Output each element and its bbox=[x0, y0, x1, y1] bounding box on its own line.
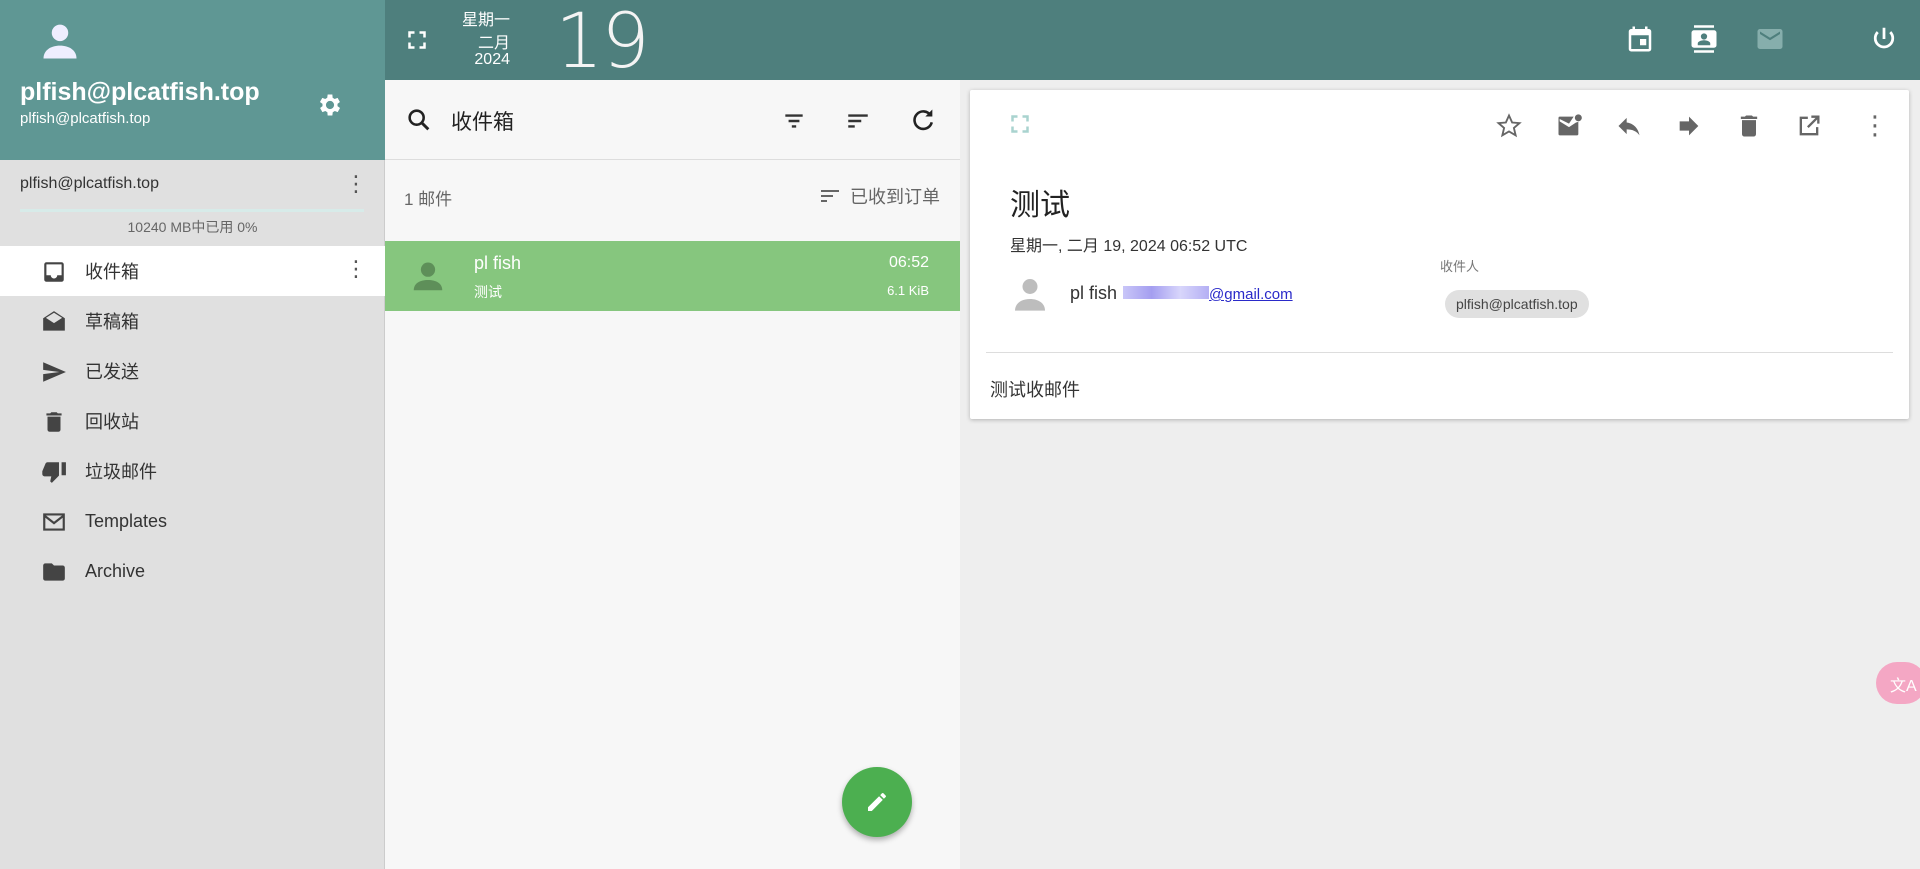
sort-icon[interactable] bbox=[845, 108, 871, 134]
more-options-icon[interactable]: ⋮ bbox=[1862, 110, 1888, 141]
mail-icon[interactable] bbox=[1755, 24, 1785, 54]
open-external-icon[interactable] bbox=[1795, 112, 1823, 140]
folder-label: 垃圾邮件 bbox=[85, 462, 157, 482]
translate-icon: 文A bbox=[1890, 678, 1917, 695]
folder-drafts[interactable]: 草稿箱 bbox=[0, 296, 385, 346]
top-bar: 星期一 二月 2024 19 bbox=[385, 0, 1920, 85]
folder-label: 已发送 bbox=[85, 362, 139, 382]
folder-spam[interactable]: 垃圾邮件 bbox=[0, 446, 385, 496]
message-list-item[interactable]: pl fish 测试 06:52 6.1 KiB bbox=[385, 241, 960, 311]
quota-text: 10240 MB中已用 0% bbox=[127, 219, 258, 235]
mail-outline-icon bbox=[41, 509, 67, 535]
redacted-block bbox=[1123, 286, 1210, 299]
recipient-label: 收件人 bbox=[1440, 259, 1480, 274]
delete-icon[interactable] bbox=[1735, 112, 1763, 140]
star-icon[interactable] bbox=[1495, 112, 1523, 140]
message-list-pane: 收件箱 1 邮件 已收到订单 pl fish 测试 06:52 6.1 KiB bbox=[385, 80, 960, 869]
recipient-chip[interactable]: plfish@plcatfish.top bbox=[1445, 290, 1589, 318]
sender-avatar-icon bbox=[1010, 274, 1050, 314]
folder-inbox[interactable]: 收件箱 ⋮ bbox=[0, 246, 385, 296]
account-name[interactable]: plfish@plcatfish.top bbox=[20, 175, 159, 193]
contacts-icon[interactable] bbox=[1689, 24, 1719, 54]
folder-label: Templates bbox=[85, 510, 168, 531]
date-month: 二月 bbox=[477, 35, 510, 52]
folder-icon bbox=[41, 559, 67, 585]
account-more-icon[interactable]: ⋮ bbox=[345, 173, 367, 195]
trash-icon bbox=[41, 409, 67, 435]
date-year: 2024 bbox=[474, 51, 510, 68]
message-subject-title: 测试 bbox=[1010, 189, 1070, 222]
folder-label: 收件箱 bbox=[85, 262, 139, 282]
power-icon[interactable] bbox=[1869, 24, 1899, 54]
expand-icon[interactable] bbox=[1010, 114, 1030, 134]
avatar-icon bbox=[38, 20, 82, 64]
refresh-icon[interactable] bbox=[909, 106, 937, 134]
message-subject: 测试 bbox=[474, 284, 502, 300]
search-icon[interactable] bbox=[405, 106, 433, 134]
message-date: 星期一, 二月 19, 2024 06:52 UTC bbox=[1010, 238, 1248, 255]
thumb-down-icon bbox=[41, 459, 67, 485]
message-from: pl fish bbox=[474, 253, 522, 273]
divider bbox=[986, 352, 1893, 353]
account-header: plfish@plcatfish.top plfish@plcatfish.to… bbox=[0, 0, 385, 160]
account-email: plfish@plcatfish.top bbox=[20, 110, 151, 127]
reply-icon[interactable] bbox=[1615, 112, 1643, 140]
sender-email-domain: @gmail.com bbox=[1209, 286, 1293, 303]
date-day: 19 bbox=[555, 0, 650, 85]
folder-label: 草稿箱 bbox=[85, 312, 139, 332]
quota-bar bbox=[20, 209, 364, 212]
drafts-icon bbox=[41, 309, 67, 335]
folder-trash[interactable]: 回收站 bbox=[0, 396, 385, 446]
compose-button[interactable] bbox=[842, 767, 912, 837]
sidebar: plfish@plcatfish.top plfish@plcatfish.to… bbox=[0, 0, 385, 869]
send-icon bbox=[41, 359, 67, 385]
folder-archive[interactable]: Archive bbox=[0, 546, 385, 596]
fullscreen-icon[interactable] bbox=[407, 30, 427, 50]
sender-avatar-icon bbox=[409, 257, 447, 295]
pencil-icon bbox=[865, 790, 889, 814]
sort-icon bbox=[818, 184, 842, 208]
sort-label: 已收到订单 bbox=[850, 187, 940, 207]
message-view-card: ⋮ 测试 星期一, 二月 19, 2024 06:52 UTC pl fish … bbox=[970, 90, 1909, 419]
folder-more-icon[interactable]: ⋮ bbox=[345, 258, 367, 280]
calendar-icon[interactable] bbox=[1625, 24, 1655, 54]
sort-order-button[interactable]: 已收到订单 bbox=[818, 183, 940, 209]
search-input[interactable]: 收件箱 bbox=[451, 106, 514, 136]
mark-unread-icon[interactable] bbox=[1555, 112, 1583, 140]
message-time: 06:52 bbox=[888, 254, 929, 271]
sender-email[interactable]: @gmail.com bbox=[1123, 286, 1293, 303]
filter-icon[interactable] bbox=[781, 108, 807, 134]
sender: pl fish @gmail.com bbox=[1070, 283, 1293, 304]
display-name: plfish@plcatfish.top bbox=[20, 78, 260, 106]
inbox-icon bbox=[41, 259, 67, 285]
folder-sent[interactable]: 已发送 bbox=[0, 346, 385, 396]
settings-gear-icon[interactable] bbox=[316, 91, 344, 119]
forward-icon[interactable] bbox=[1675, 112, 1703, 140]
folder-label: 回收站 bbox=[85, 412, 139, 432]
folder-label: Archive bbox=[85, 560, 146, 581]
date-weekday: 星期一 bbox=[461, 12, 510, 29]
message-size: 6.1 KiB bbox=[887, 283, 929, 298]
message-count: 1 邮件 bbox=[404, 190, 453, 209]
search-bar: 收件箱 bbox=[385, 80, 960, 160]
folder-templates[interactable]: Templates bbox=[0, 496, 385, 546]
sender-name: pl fish bbox=[1070, 283, 1118, 303]
message-body: 测试收邮件 bbox=[990, 380, 1080, 400]
translate-button[interactable]: 文A bbox=[1876, 662, 1920, 704]
